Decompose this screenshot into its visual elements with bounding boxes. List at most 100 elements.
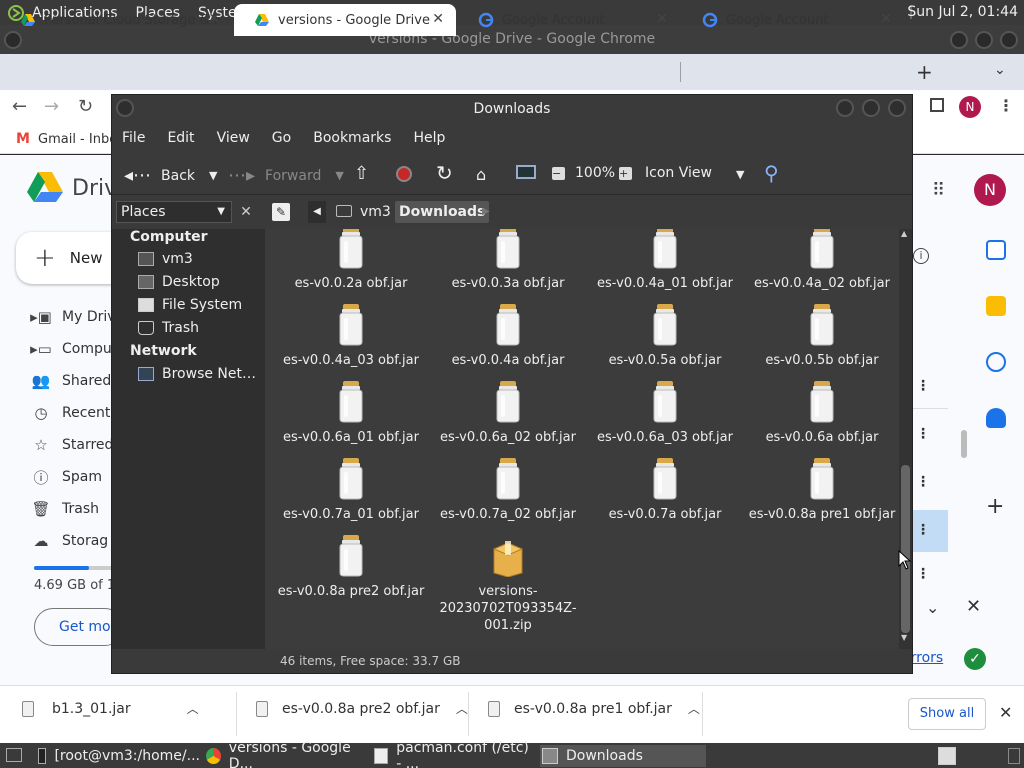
sidebar-item-vm3[interactable]: vm3 (138, 251, 193, 267)
more-actions-icon[interactable]: ⋮ (916, 378, 930, 394)
chevron-up-icon[interactable]: ︿ (688, 700, 700, 717)
nav-storage[interactable]: ☁ Storag (26, 529, 109, 553)
vertical-scrollbar[interactable]: ▲ ▼ (899, 229, 912, 649)
file-item[interactable]: es-v0.0.8a pre1 obf.jar (744, 458, 899, 523)
more-actions-icon[interactable]: ⋮ (916, 474, 930, 490)
task-text-editor[interactable]: pacman.conf (/etc) - ... (374, 740, 536, 768)
tab-versions-drive[interactable]: versions - Google Drive ✕ (234, 4, 456, 36)
file-item[interactable]: es-v0.0.4a_02 obf.jar (744, 229, 899, 292)
file-item[interactable]: es-v0.0.4a obf.jar (430, 304, 586, 369)
contacts-icon[interactable] (986, 408, 1006, 428)
sidebar-item-file-system[interactable]: File System (138, 297, 242, 313)
close-tab-icon[interactable]: ✕ (208, 11, 220, 27)
tab-search-chevron-icon[interactable]: ⌄ (994, 62, 1006, 78)
close-window-button[interactable] (1000, 31, 1018, 49)
drive-logo-icon[interactable] (26, 170, 64, 204)
close-downloads-icon[interactable]: ✕ (999, 703, 1012, 722)
new-tab-icon[interactable]: + (916, 60, 933, 84)
tab-google-account-2[interactable]: Google Account ✕ (682, 4, 904, 36)
menu-file[interactable]: File (122, 130, 145, 146)
nav-recent[interactable]: ◷ Recent (26, 401, 110, 425)
apps-grid-icon[interactable]: ⠿ (932, 180, 945, 201)
scroll-down-icon[interactable]: ▼ (901, 633, 907, 642)
minimize-button[interactable] (836, 99, 854, 117)
breadcrumb-vm3[interactable]: vm3 (360, 201, 391, 223)
close-window-button[interactable] (888, 99, 906, 117)
file-item[interactable]: es-v0.0.5b obf.jar (744, 304, 899, 369)
show-all-button[interactable]: Show all (908, 698, 986, 730)
dropdown-arrow-icon[interactable]: ▼ (335, 169, 343, 182)
reload-icon[interactable]: ↻ (436, 161, 453, 185)
file-item[interactable]: es-v0.0.6a_02 obf.jar (430, 381, 586, 446)
download-item[interactable]: es-v0.0.8a pre1 obf.jar ︿ (488, 700, 700, 717)
computer-icon[interactable] (516, 165, 536, 179)
file-item[interactable]: es-v0.0.6a_01 obf.jar (273, 381, 429, 446)
chevron-up-icon[interactable]: ︿ (187, 700, 199, 717)
menu-edit[interactable]: Edit (167, 130, 194, 146)
workspace-switcher[interactable] (938, 747, 956, 765)
close-tab-icon[interactable]: ✕ (432, 11, 444, 27)
chevron-up-icon[interactable]: ︿ (456, 700, 468, 717)
zoom-level[interactable]: 100% (575, 165, 615, 181)
back-button[interactable]: ◂⋯ Back ▼ (124, 165, 218, 186)
stop-icon[interactable] (396, 166, 412, 182)
sidebar-item-trash[interactable]: Trash (138, 320, 199, 336)
menu-go[interactable]: Go (272, 130, 291, 146)
info-icon[interactable]: i (913, 248, 929, 264)
bookmark-gmail[interactable]: Gmail - Inbo (38, 132, 117, 147)
collapse-chevron-icon[interactable]: ⌄ (926, 598, 939, 617)
file-item[interactable]: es-v0.0.4a_03 obf.jar (273, 304, 429, 369)
zip-file-item[interactable]: versions- 20230702T093354Z- 001.zip (430, 535, 586, 634)
clock[interactable]: Sun Jul 2, 01:44 (907, 4, 1018, 20)
browser-forward-icon[interactable]: → (44, 96, 59, 117)
more-actions-icon[interactable]: ⋮ (916, 522, 930, 538)
scroll-up-icon[interactable]: ▲ (901, 229, 907, 238)
file-item[interactable]: es-v0.0.7a_02 obf.jar (430, 458, 586, 523)
browser-back-icon[interactable]: ← (12, 96, 27, 117)
more-actions-icon[interactable]: ⋮ (916, 566, 930, 582)
view-mode-dropdown-icon[interactable]: ▼ (736, 168, 744, 181)
home-icon[interactable]: ⌂ (476, 165, 486, 184)
download-item[interactable]: b1.3_01.jar ︿ (22, 700, 199, 717)
view-mode-select[interactable]: Icon View (645, 165, 712, 181)
breadcrumb-left-icon[interactable]: ◀ (308, 201, 326, 223)
zoom-in-icon[interactable]: + (619, 167, 632, 180)
nav-shared[interactable]: 👥 Shared (26, 369, 112, 393)
zoom-out-icon[interactable]: − (552, 167, 565, 180)
close-tab-icon[interactable]: ✕ (656, 11, 668, 27)
maximize-button[interactable] (862, 99, 880, 117)
search-icon[interactable]: ⚲ (764, 161, 779, 185)
calendar-icon[interactable] (986, 240, 1006, 260)
up-arrow-icon[interactable]: ⇧ (354, 163, 369, 184)
close-tab-icon[interactable]: ✕ (880, 11, 892, 27)
nav-starred[interactable]: ☆ Starred (26, 433, 113, 457)
side-panel-icon[interactable] (930, 98, 944, 112)
tab-google-account-1[interactable]: Google Account ✕ (458, 4, 680, 36)
profile-avatar[interactable]: N (959, 96, 981, 118)
file-item[interactable]: es-v0.0.5a obf.jar (587, 304, 743, 369)
drive-scrollbar[interactable] (961, 430, 967, 458)
reload-icon[interactable]: ↻ (78, 96, 93, 117)
dropdown-arrow-icon[interactable]: ▼ (209, 169, 217, 182)
breadcrumb-downloads[interactable]: Downloads (395, 201, 490, 223)
tab-personal-cloud[interactable]: Personal Cloud Storage & F ✕ (0, 4, 232, 36)
sidebar-item-browse-network[interactable]: Browse Net… (138, 366, 256, 382)
forward-button[interactable]: ⋯▸ Forward ▼ (228, 165, 344, 186)
sidebar-selector[interactable]: Places ▼ (116, 201, 232, 223)
window-menu-button[interactable] (116, 99, 134, 117)
show-desktop-icon[interactable] (6, 748, 22, 762)
keep-icon[interactable] (986, 296, 1006, 316)
close-upload-icon[interactable]: ✕ (966, 596, 981, 617)
close-sidebar-icon[interactable]: ✕ (236, 201, 256, 223)
chrome-menu-icon[interactable]: ⋮ (998, 96, 1014, 115)
file-item[interactable]: es-v0.0.2a obf.jar (273, 229, 429, 292)
nav-trash[interactable]: 🗑 Trash (26, 497, 99, 521)
file-item[interactable]: es-v0.0.7a_01 obf.jar (273, 458, 429, 523)
file-item[interactable]: es-v0.0.8a pre2 obf.jar (273, 535, 429, 600)
sidebar-item-desktop[interactable]: Desktop (138, 274, 220, 290)
menu-view[interactable]: View (217, 130, 250, 146)
file-item[interactable]: es-v0.0.6a_03 obf.jar (587, 381, 743, 446)
maximize-button[interactable] (975, 31, 993, 49)
menu-bookmarks[interactable]: Bookmarks (313, 130, 391, 146)
scrollbar-thumb[interactable] (901, 465, 910, 633)
